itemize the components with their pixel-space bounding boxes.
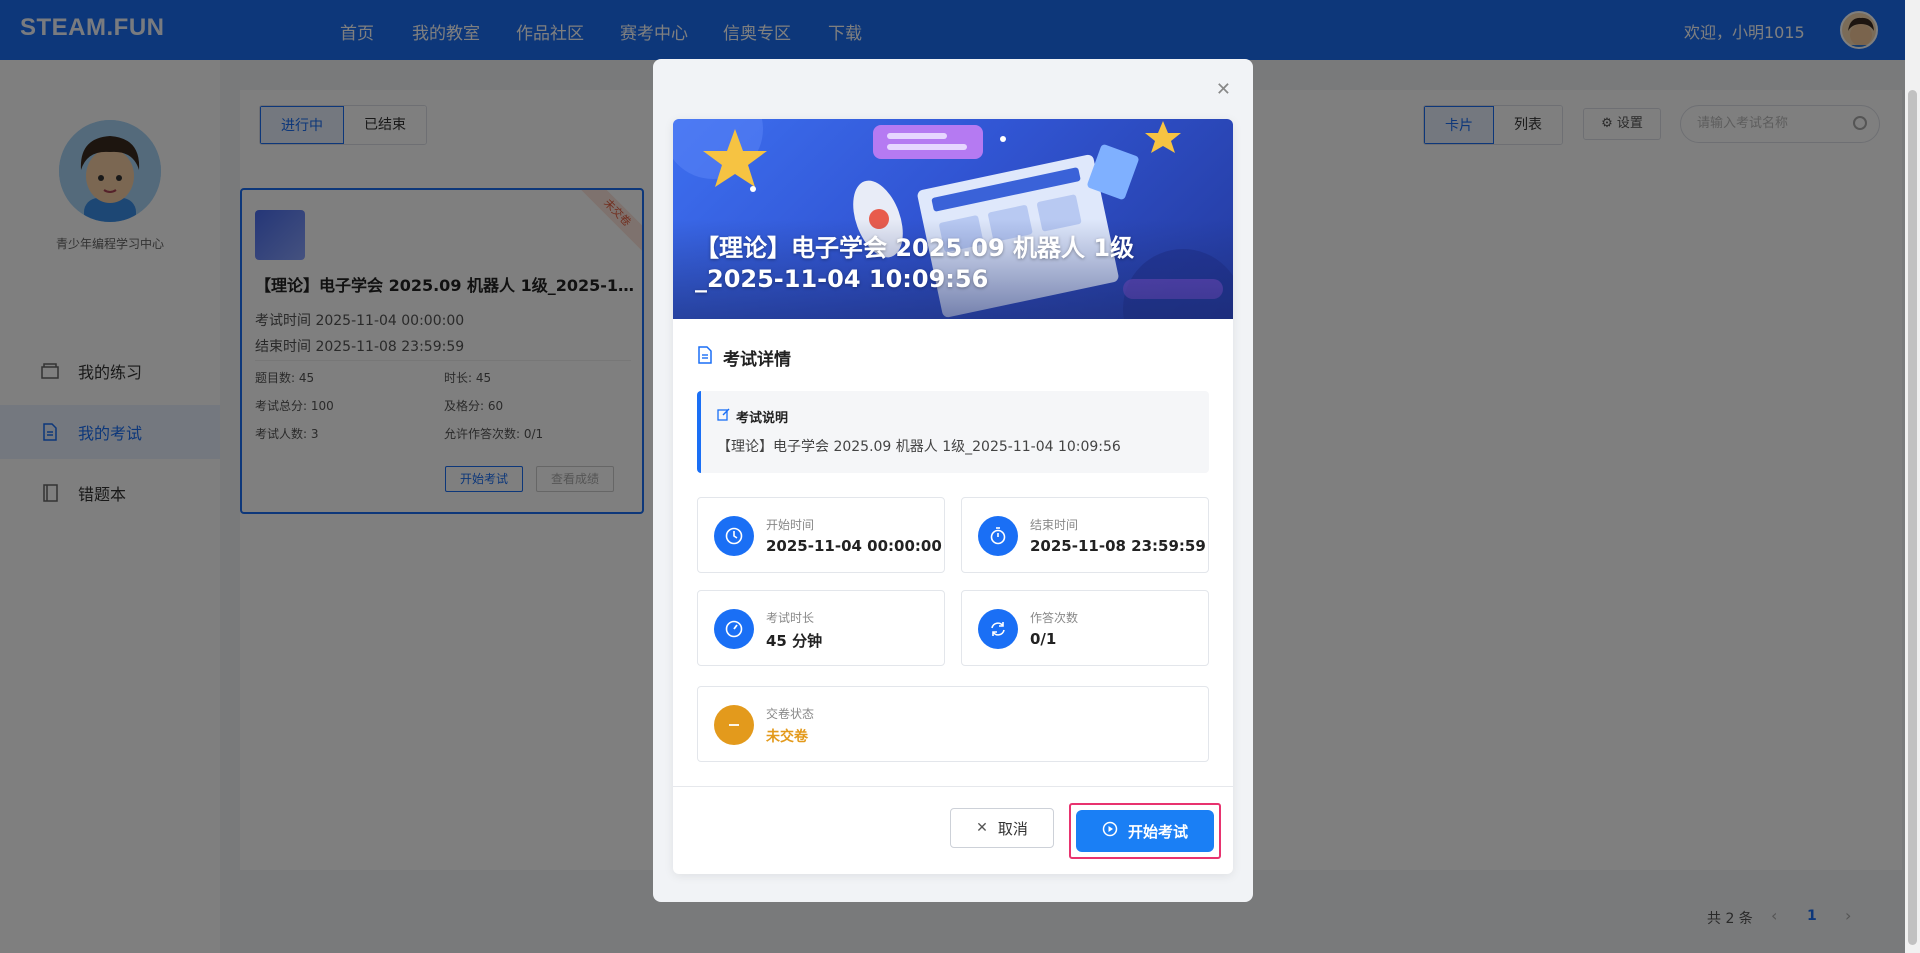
start-time-card: 开始时间 2025-11-04 00:00:00	[697, 497, 945, 573]
duration-label: 考试时长	[766, 611, 815, 625]
start-time-label: 开始时间	[766, 518, 815, 532]
start-time-value: 2025-11-04 00:00:00	[766, 537, 942, 555]
attempts-value: 0/1	[1030, 630, 1057, 648]
edit-icon	[717, 408, 730, 425]
refresh-icon	[978, 609, 1018, 649]
attempts-label: 作答次数	[1030, 611, 1079, 625]
submission-status-value: 未交卷	[766, 729, 808, 745]
description-text: 【理论】电子学会 2025.09 机器人 1级_2025-11-04 10:09…	[717, 439, 1121, 455]
close-icon[interactable]: ✕	[1216, 79, 1231, 100]
submission-status-label: 交卷状态	[766, 707, 815, 721]
exam-description: 考试说明 【理论】电子学会 2025.09 机器人 1级_2025-11-04 …	[697, 391, 1209, 473]
duration-value: 45 分钟	[766, 632, 823, 650]
end-time-value: 2025-11-08 23:59:59	[1030, 537, 1206, 555]
cancel-label: 取消	[997, 819, 1028, 838]
close-icon: ✕	[976, 820, 988, 836]
description-header: 考试说明	[717, 407, 788, 426]
minus-icon	[714, 705, 754, 745]
gauge-icon	[714, 609, 754, 649]
play-circle-icon	[1102, 821, 1118, 841]
start-exam-button[interactable]: 开始考试	[1076, 810, 1214, 852]
exam-banner: 【理论】电子学会 2025.09 机器人 1级_2025-11-04 10:09…	[673, 119, 1233, 319]
attempts-card: 作答次数 0/1	[961, 590, 1209, 666]
section-header: 考试详情	[697, 345, 791, 370]
description-title: 考试说明	[736, 411, 789, 426]
start-exam-highlight: 开始考试	[1069, 803, 1221, 859]
end-time-card: 结束时间 2025-11-08 23:59:59	[961, 497, 1209, 573]
stopwatch-icon	[978, 516, 1018, 556]
submission-status-card: 交卷状态 未交卷	[697, 686, 1209, 762]
banner-title: 【理论】电子学会 2025.09 机器人 1级_2025-11-04 10:09…	[695, 234, 1135, 293]
footer-divider	[673, 786, 1233, 787]
section-title: 考试详情	[723, 350, 791, 370]
cancel-button[interactable]: ✕ 取消	[950, 808, 1054, 848]
exam-detail-modal: ✕ 【理论】电子学会 2025.09 机器人 1级_2025-11-04 10:…	[653, 59, 1253, 902]
modal-body: 【理论】电子学会 2025.09 机器人 1级_2025-11-04 10:09…	[673, 119, 1233, 874]
page-scrollbar[interactable]	[1905, 0, 1920, 953]
start-exam-label: 开始考试	[1127, 822, 1188, 841]
duration-card: 考试时长 45 分钟	[697, 590, 945, 666]
clock-icon	[714, 516, 754, 556]
document-icon	[697, 346, 713, 369]
scrollbar-thumb[interactable]	[1908, 90, 1917, 945]
end-time-label: 结束时间	[1030, 518, 1079, 532]
